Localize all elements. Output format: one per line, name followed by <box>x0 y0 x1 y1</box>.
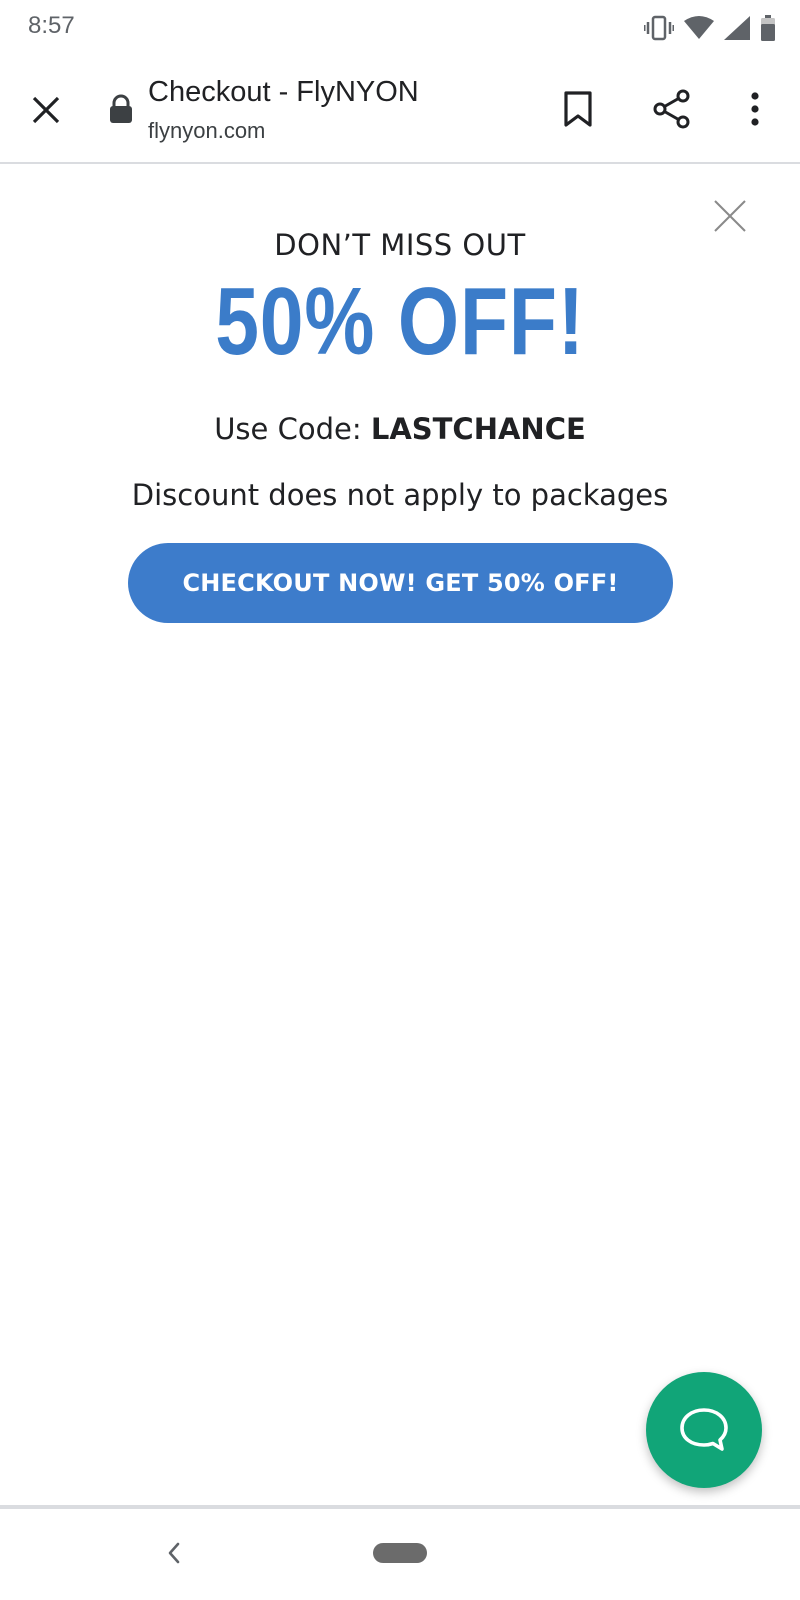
vibrate-icon <box>644 15 674 41</box>
page-url[interactable]: flynyon.com <box>148 118 265 144</box>
status-icons <box>644 14 776 42</box>
popup-headline: 50% OFF! <box>215 268 585 375</box>
share-icon <box>653 89 690 129</box>
status-time: 8:57 <box>28 12 75 39</box>
bookmark-icon <box>564 91 592 127</box>
more-options-button[interactable] <box>730 84 780 134</box>
chat-button[interactable] <box>646 1372 762 1488</box>
cell-signal-icon <box>724 16 750 40</box>
browser-toolbar: Checkout - FlyNYON flynyon.com <box>0 56 800 164</box>
screen: 8:57 Checkout - FlyNYON flynyon.com DON’… <box>0 0 800 1600</box>
battery-icon <box>760 15 776 41</box>
chat-bubble-icon <box>680 1408 728 1451</box>
back-icon <box>168 1542 180 1564</box>
share-button[interactable] <box>647 84 697 134</box>
promo-code-line: Use Code: LASTCHANCE <box>0 412 800 446</box>
page-title: Checkout - FlyNYON <box>148 76 419 108</box>
discount-note: Discount does not apply to packages <box>131 478 669 512</box>
wifi-icon <box>684 16 714 40</box>
close-tab-button[interactable] <box>22 86 70 134</box>
close-icon <box>32 96 60 124</box>
more-vert-icon <box>751 92 759 126</box>
bookmark-button[interactable] <box>553 84 603 134</box>
system-nav-bar <box>0 1509 800 1600</box>
promo-code: LASTCHANCE <box>370 412 586 446</box>
popup-eyebrow: DON’T MISS OUT <box>274 228 526 262</box>
promo-code-label: Use Code: <box>214 412 371 446</box>
lock-icon <box>108 94 134 124</box>
checkout-now-button[interactable]: CHECKOUT NOW! GET 50% OFF! <box>128 543 673 623</box>
home-pill[interactable] <box>373 1543 427 1563</box>
status-bar: 8:57 <box>0 0 800 56</box>
back-button[interactable] <box>152 1531 196 1575</box>
